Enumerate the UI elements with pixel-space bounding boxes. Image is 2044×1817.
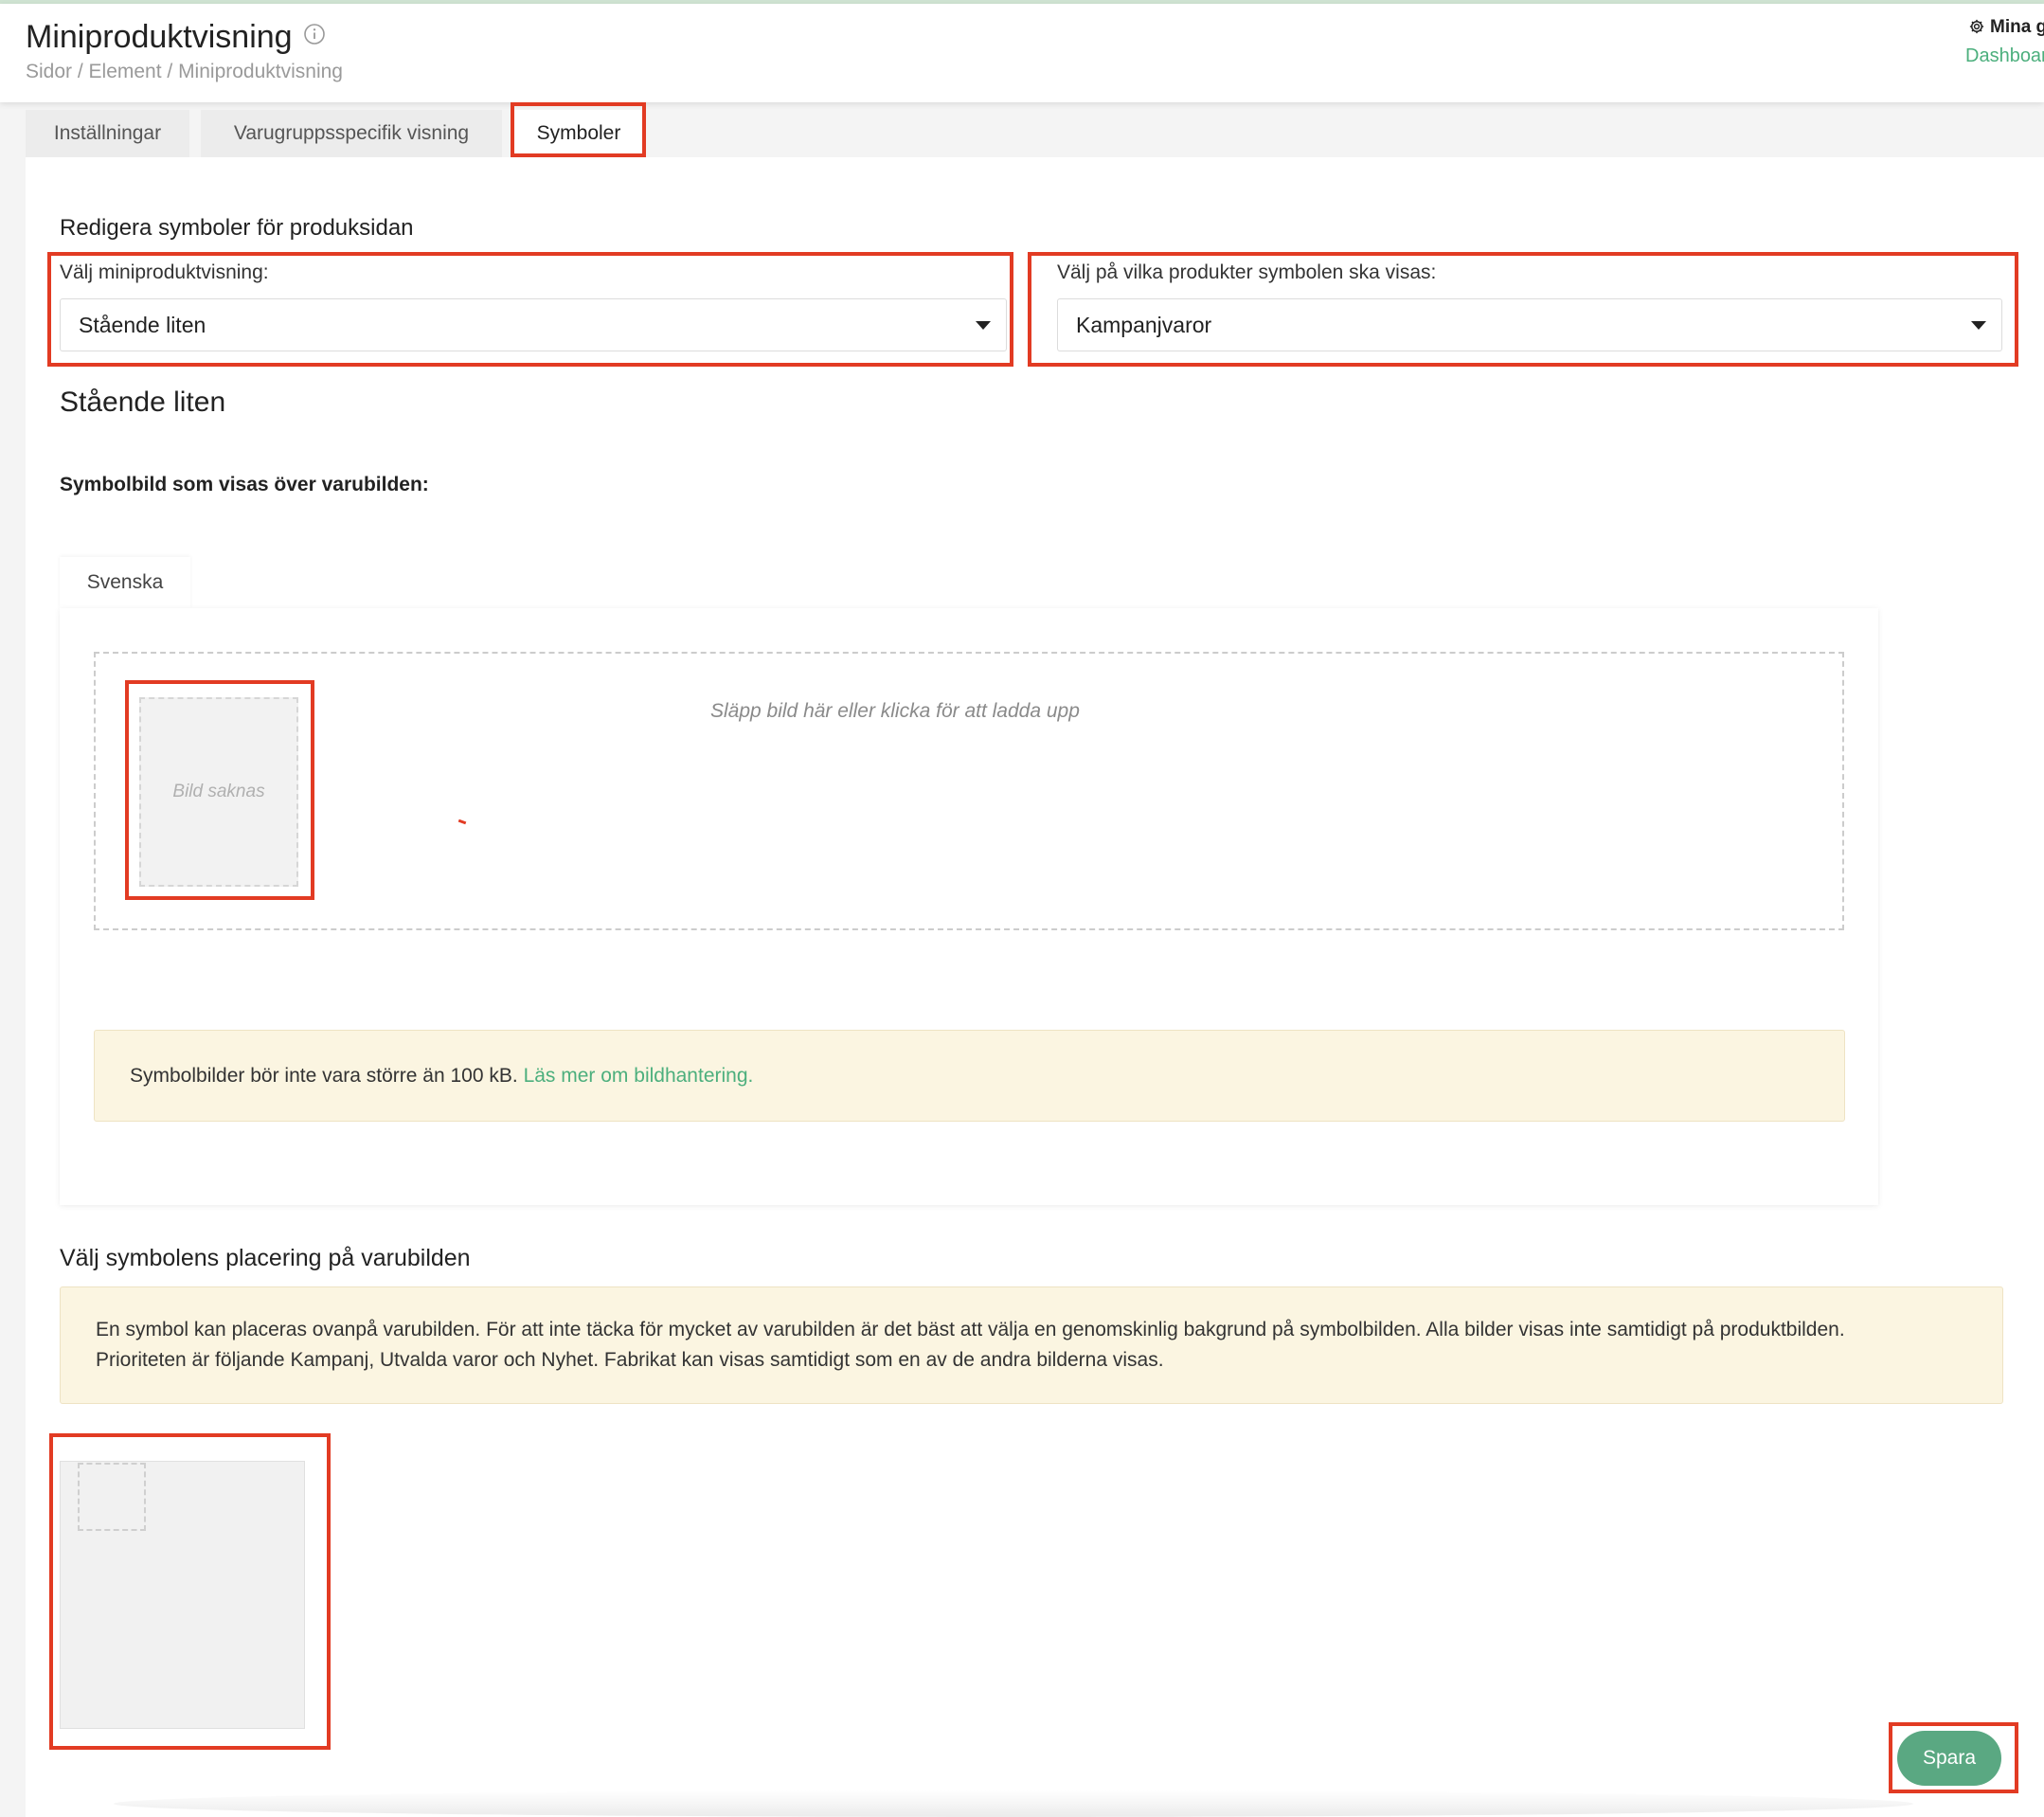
tab-svenska[interactable]: Svenska (60, 557, 190, 608)
miniview-heading: Stående liten (60, 387, 226, 418)
image-dropzone[interactable] (94, 652, 1844, 930)
placement-note-line-1: En symbol kan placeras ovanpå varubilden… (96, 1319, 1845, 1340)
dropzone-text: Släpp bild här eller klicka för att ladd… (710, 700, 1080, 722)
page-header: Miniproduktvisning Sidor / Element / Min… (0, 4, 2044, 102)
info-icon[interactable] (303, 23, 326, 45)
save-button[interactable]: Spara (1897, 1731, 2001, 1786)
dashboard-link[interactable]: Dashboar (1965, 45, 2044, 67)
products-label: Välj på vilka produkter symbolen ska vis… (1057, 261, 1437, 283)
missing-image-placeholder: Bild saknas (139, 697, 298, 887)
user-menu[interactable]: Mina g (1968, 17, 2044, 38)
tab-varugruppsspecifik-visning[interactable]: Varugruppsspecifik visning (201, 110, 502, 157)
miniview-label: Välj miniproduktvisning: (60, 261, 269, 283)
symbol-position-slot[interactable] (78, 1463, 146, 1531)
section-heading: Redigera symboler för produksidan (60, 215, 414, 241)
missing-image-text: Bild saknas (172, 782, 265, 801)
products-select-value: Kampanjvaror (1076, 312, 1212, 337)
placement-note-box (60, 1286, 2003, 1404)
tab-symboler[interactable]: Symboler (512, 110, 645, 157)
chevron-down-icon (976, 321, 991, 330)
placement-heading: Välj symbolens placering på varubilden (60, 1245, 471, 1271)
footer-shadow (114, 1790, 1913, 1817)
image-handling-link[interactable]: Läs mer om bildhantering. (524, 1065, 754, 1087)
page-title: Miniproduktvisning (26, 19, 293, 55)
symbol-image-label: Symbolbild som visas över varubilden: (60, 474, 429, 495)
products-select[interactable]: Kampanjvaror (1057, 298, 2002, 351)
tab-installningar[interactable]: Inställningar (26, 110, 189, 157)
size-note-text: Symbolbilder bör inte vara större än 100… (130, 1065, 518, 1087)
breadcrumb: Sidor / Element / Miniproduktvisning (26, 61, 343, 82)
miniview-select[interactable]: Stående liten (60, 298, 1007, 351)
chevron-down-icon (1971, 321, 1986, 330)
placement-note-line-2: Prioriteten är följande Kampanj, Utvalda… (96, 1349, 1164, 1371)
size-note: Symbolbilder bör inte vara större än 100… (130, 1065, 753, 1088)
miniview-select-value: Stående liten (79, 312, 206, 337)
gear-icon (1969, 19, 1984, 34)
user-menu-label: Mina g (1990, 17, 2044, 37)
